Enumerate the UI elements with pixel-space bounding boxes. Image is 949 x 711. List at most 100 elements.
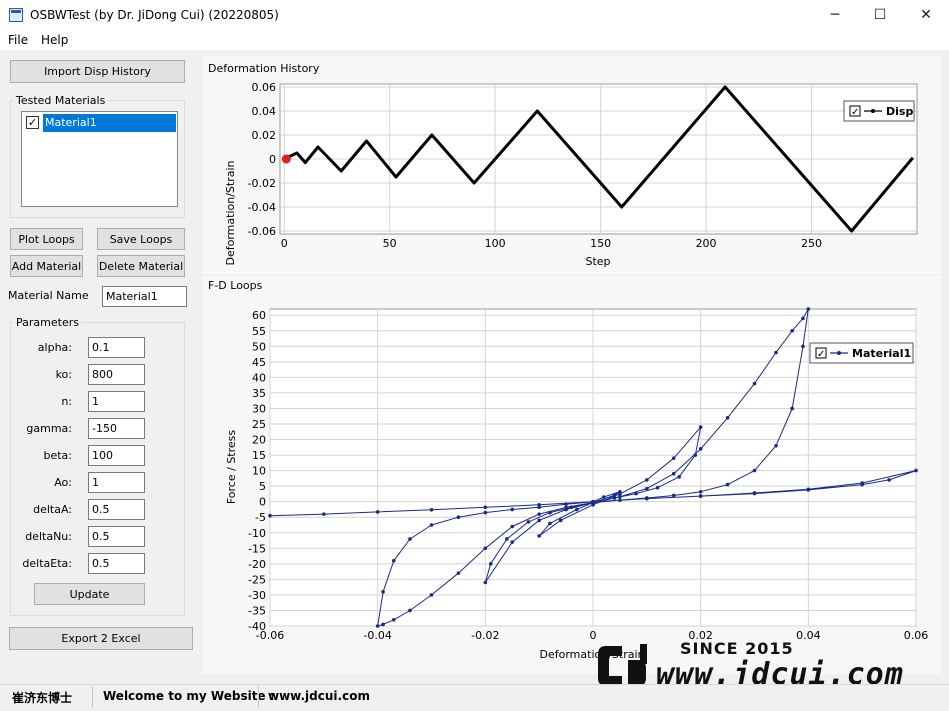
data-point [510,540,515,544]
update-button[interactable]: Update [34,583,145,605]
maximize-button[interactable]: ☐ [857,0,903,31]
data-point [790,406,794,411]
data-point [392,617,396,622]
data-point [698,494,703,498]
param-n-field[interactable]: 1 [88,391,145,412]
data-point [537,512,541,516]
y-tick-label: 30 [252,402,266,415]
data-point [564,505,568,510]
x-tick-label: 50 [383,237,397,250]
data-point [645,478,649,482]
materials-list[interactable]: ✓ Material1 [21,111,178,207]
x-tick-label: 250 [801,237,822,250]
menu-file[interactable]: File [8,33,28,47]
param-gamma-field[interactable]: -150 [88,418,145,439]
data-point [381,590,385,594]
legend-label: Material1 [852,347,911,360]
status-website[interactable]: www.jdcui.com [268,689,370,703]
y-tick-label: -0.04 [248,201,276,214]
param-ko-label: ko: [55,368,72,381]
x-tick-label: 150 [590,237,611,250]
y-tick-label: -40 [248,620,266,633]
y-tick-label: 25 [252,418,266,431]
data-point [322,512,326,516]
import-disp-history-button[interactable]: Import Disp History [10,60,185,83]
data-point [677,475,681,479]
data-point [671,493,676,498]
param-ko-field[interactable]: 800 [88,364,145,385]
window-title: OSBWTest (by Dr. JiDong Cui) (20220805) [30,8,279,22]
param-ao-field[interactable]: 1 [88,472,145,493]
data-point [698,489,703,494]
param-deltaeta-field[interactable]: 0.5 [88,553,145,574]
data-point [645,486,649,491]
legend-swatch-dot [871,109,875,113]
data-point [569,505,574,510]
data-point [456,571,461,575]
data-point [725,415,730,420]
parameters-label: Parameters [14,316,81,329]
legend-label: Disp [886,105,913,118]
list-item-material1[interactable]: ✓ Material1 [24,114,176,132]
minimize-button[interactable]: ─ [812,0,858,31]
legend-check-icon: ✓ [817,349,825,360]
close-button[interactable]: ✕ [903,0,949,31]
data-point [591,499,595,504]
y-tick-label: 20 [252,434,266,447]
data-point [752,381,757,386]
material1-label: Material1 [43,114,176,132]
material1-checkbox[interactable]: ✓ [26,116,39,129]
y-tick-label: -30 [248,589,266,602]
deformation-history-chart: Deformation/Strain Step 0 50 100 150 200 250 0… [224,81,918,268]
data-point [601,495,606,499]
data-point [429,507,434,512]
data-point [564,502,568,506]
param-deltaa-field[interactable]: 0.5 [88,499,145,520]
data-point [655,485,660,490]
data-point [268,513,272,518]
data-point [510,507,515,512]
data-point [752,468,757,473]
y-tick-label: 0.06 [252,81,277,94]
add-material-button[interactable]: Add Material [10,255,83,277]
export-excel-button[interactable]: Export 2 Excel [9,627,193,650]
fd-loops-chart: Force / Stress Deformation/Strain -0.06-… [225,307,928,661]
param-deltanu-field[interactable]: 0.5 [88,526,145,547]
c1-ylabel: Deformation/Strain [224,160,237,265]
param-beta-field[interactable]: 100 [88,445,145,466]
data-point [537,518,541,523]
data-point [774,350,778,355]
data-point [488,562,493,566]
menu-help[interactable]: Help [41,33,68,47]
x-tick-label: 100 [485,237,506,250]
data-point [575,507,579,512]
y-tick-label: -0.06 [248,225,276,238]
plot-loops-button[interactable]: Plot Loops [10,228,83,250]
data-point [774,443,778,448]
y-tick-label: 45 [252,356,266,369]
jdcui-logo [598,644,647,686]
x-tick-label: 0 [281,237,288,250]
data-point [381,622,385,627]
param-beta-label: beta: [43,449,72,462]
data-point [698,447,703,451]
y-tick-label: -35 [248,604,266,617]
y-tick-label: 0 [269,153,276,166]
x-tick-label: -0.02 [471,629,499,642]
tested-materials-label: Tested Materials [14,94,108,107]
param-alpha-field[interactable]: 0.1 [88,337,145,358]
param-alpha-label: alpha: [37,341,72,354]
save-loops-button[interactable]: Save Loops [97,228,185,250]
data-point [693,453,698,457]
c1-xlabel: Step [585,255,610,268]
delete-material-button[interactable]: Delete Material [97,255,185,277]
y-tick-label: 10 [252,465,266,478]
data-point [558,518,563,523]
data-point [801,344,805,349]
legend-check-icon: ✓ [851,107,859,118]
material-name-field[interactable]: Material1 [102,286,187,307]
y-tick-label: 5 [259,480,266,493]
data-point [887,478,891,482]
x-tick-label: 0 [590,629,597,642]
y-tick-label: 0.02 [252,129,277,142]
